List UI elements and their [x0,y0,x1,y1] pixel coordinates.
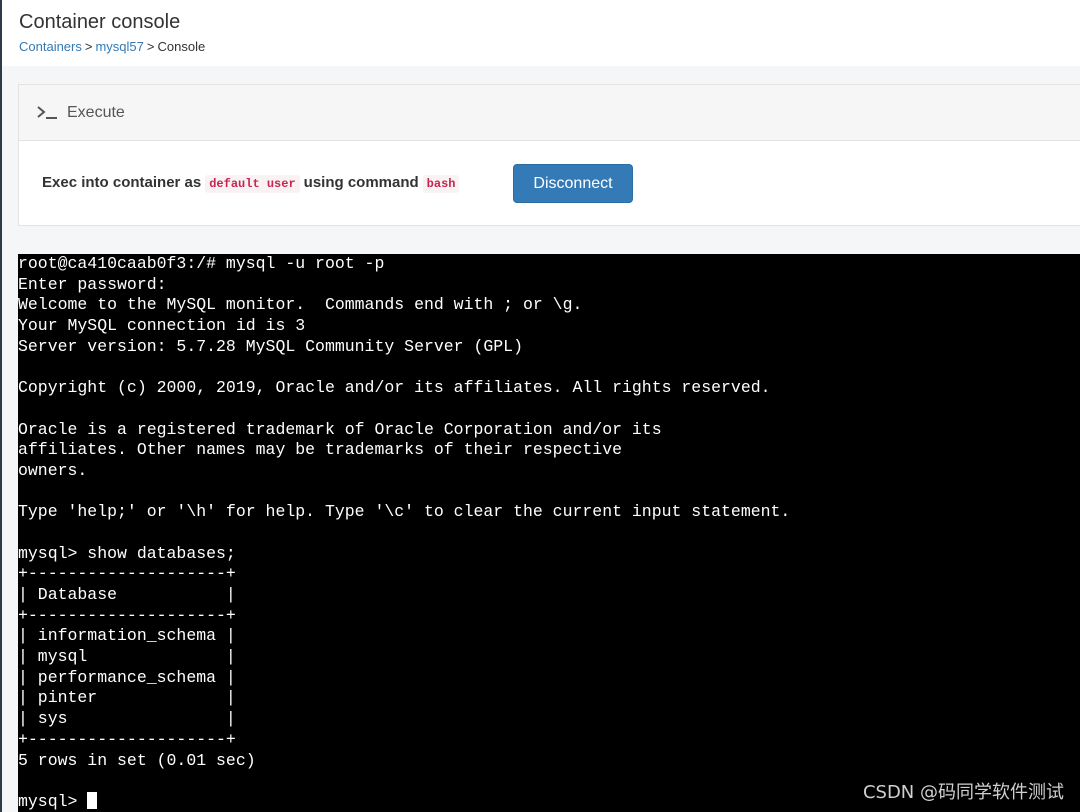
terminal-line: +--------------------+ [18,564,236,584]
terminal-output: root@ca410caab0f3:/# mysql -u root -p Ent… [18,254,1080,812]
terminal-prompt: mysql> [18,791,88,811]
terminal-line: | sys | [18,709,236,729]
exec-prefix-text: Exec into container as [42,174,202,191]
terminal-prompt-icon [36,102,60,122]
terminal-line: Server version: 5.7.28 MySQL Community S… [18,336,523,356]
terminal-line: +--------------------+ [18,605,236,625]
widget-body: Exec into container as default user using … [19,141,1080,225]
widget-header: Execute [19,85,1080,141]
terminal-line: | pinter | [18,688,236,708]
terminal-line: +--------------------+ [18,729,236,749]
widget-title: Execute [67,104,125,121]
watermark: CSDN @码同学软件测试 [862,782,1064,803]
exec-description: Exec into container as default user using … [42,174,463,193]
page-title: Container console [19,11,181,33]
user-code: default user [205,175,300,193]
page-header: Container console Containers > mysql57 > Con… [2,0,1080,66]
breadcrumb-separator: > [146,39,155,54]
terminal-cursor [87,791,98,809]
breadcrumb-containers-link[interactable]: Containers [19,39,82,54]
breadcrumb-container-link[interactable]: mysql57 [95,39,143,54]
disconnect-button[interactable]: Disconnect [513,164,633,203]
terminal-line: Enter password: [18,274,167,294]
terminal-line: affiliates. Other names may be trademark… [18,440,622,460]
command-code: bash [422,175,460,193]
terminal-line: Welcome to the MySQL monitor. Commands e… [18,295,583,315]
terminal-line: | mysql | [18,647,236,667]
terminal-line: Type 'help;' or '\h' for help. Type '\c'… [18,502,791,522]
terminal-line: Copyright (c) 2000, 2019, Oracle and/or … [18,378,771,398]
breadcrumb: Containers > mysql57 > Console [19,39,205,54]
terminal-line: mysql> show databases; [18,543,236,563]
using-command-text: using command [303,174,419,191]
terminal-console[interactable]: root@ca410caab0f3:/# mysql -u root -p Ent… [18,254,1080,812]
terminal-line: 5 rows in set (0.01 sec) [18,750,256,770]
terminal-line: root@ca410caab0f3:/# mysql -u root -p [18,254,385,273]
terminal-line: | information_schema | [18,626,236,646]
terminal-line: | performance_schema | [18,667,236,687]
breadcrumb-separator: > [84,39,93,54]
terminal-line: | Database | [18,585,236,604]
sidebar-edge [0,0,2,812]
terminal-line: Oracle is a registered trademark of Orac… [18,419,662,439]
terminal-line: owners. [18,460,88,480]
execute-widget: Execute Exec into container as default us… [18,84,1080,226]
breadcrumb-current: Console [157,39,206,54]
terminal-line: Your MySQL connection id is 3 [18,316,306,336]
